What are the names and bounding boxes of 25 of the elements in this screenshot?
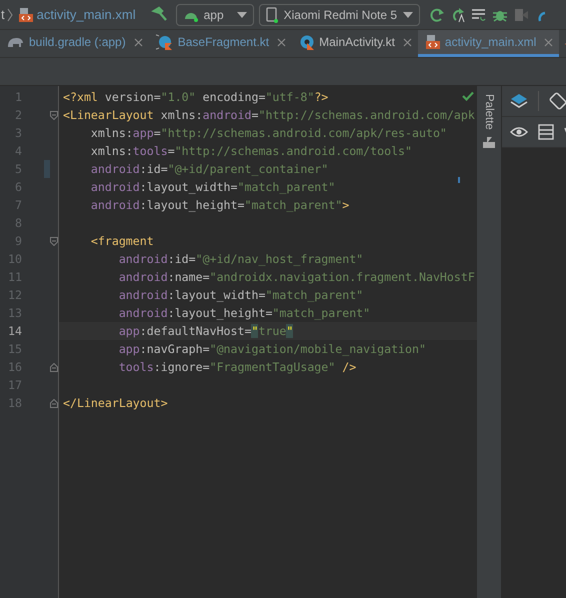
editor-tab[interactable]: MainActivity.kt xyxy=(292,30,418,57)
device-dropdown[interactable]: Xiaomi Redmi Note 5 xyxy=(258,4,420,26)
line-number: 14 xyxy=(7,324,22,338)
code-line: <fragment xyxy=(90,234,154,248)
code-line: <LinearLayout xmlns:android="http://schemas.android.com/apk xyxy=(63,108,475,122)
code-line: android:id="@+id/nav_host_fragment" xyxy=(118,252,364,266)
code-line: </LinearLayout> xyxy=(63,396,168,410)
run-config-dropdown[interactable]: app xyxy=(176,4,254,26)
breadcrumb-item[interactable]: t xyxy=(1,7,5,22)
code-line: android:layout_width="match_parent" xyxy=(90,180,336,194)
code-line: tools:ignore="FragmentTagUsage" /> xyxy=(118,360,356,374)
editor-tab[interactable]: BaseFragment.kt xyxy=(148,30,292,57)
file-breadcrumb[interactable]: activity_main.xml xyxy=(36,7,136,22)
code-line: android:id="@+id/parent_container" xyxy=(90,162,328,176)
code-line: xmlns:app="http://schemas.android.com/apk/res-auto" xyxy=(90,126,447,140)
code-line: app:defaultNavHost="true" xyxy=(118,324,294,338)
code-line: android:layout_height="match_parent" xyxy=(118,306,370,320)
code-line: app:navGraph="@navigation/mobile_navigation" xyxy=(118,342,426,356)
editor-tab[interactable]: build.gradle (:app) xyxy=(0,30,149,57)
code-line: android:layout_width="match_parent" xyxy=(118,288,364,302)
palette-tab[interactable]: Palette xyxy=(483,94,495,130)
code-line: android:name="androidx.navigation.fragment.NavHostF xyxy=(118,270,475,284)
code-line: android:layout_height="match_parent"> xyxy=(90,198,350,212)
code-line: xmlns:tools="http://schemas.android.com/tools" xyxy=(90,144,412,158)
code-line: <?xml version="1.0" encoding="utf-8"?> xyxy=(63,90,328,104)
